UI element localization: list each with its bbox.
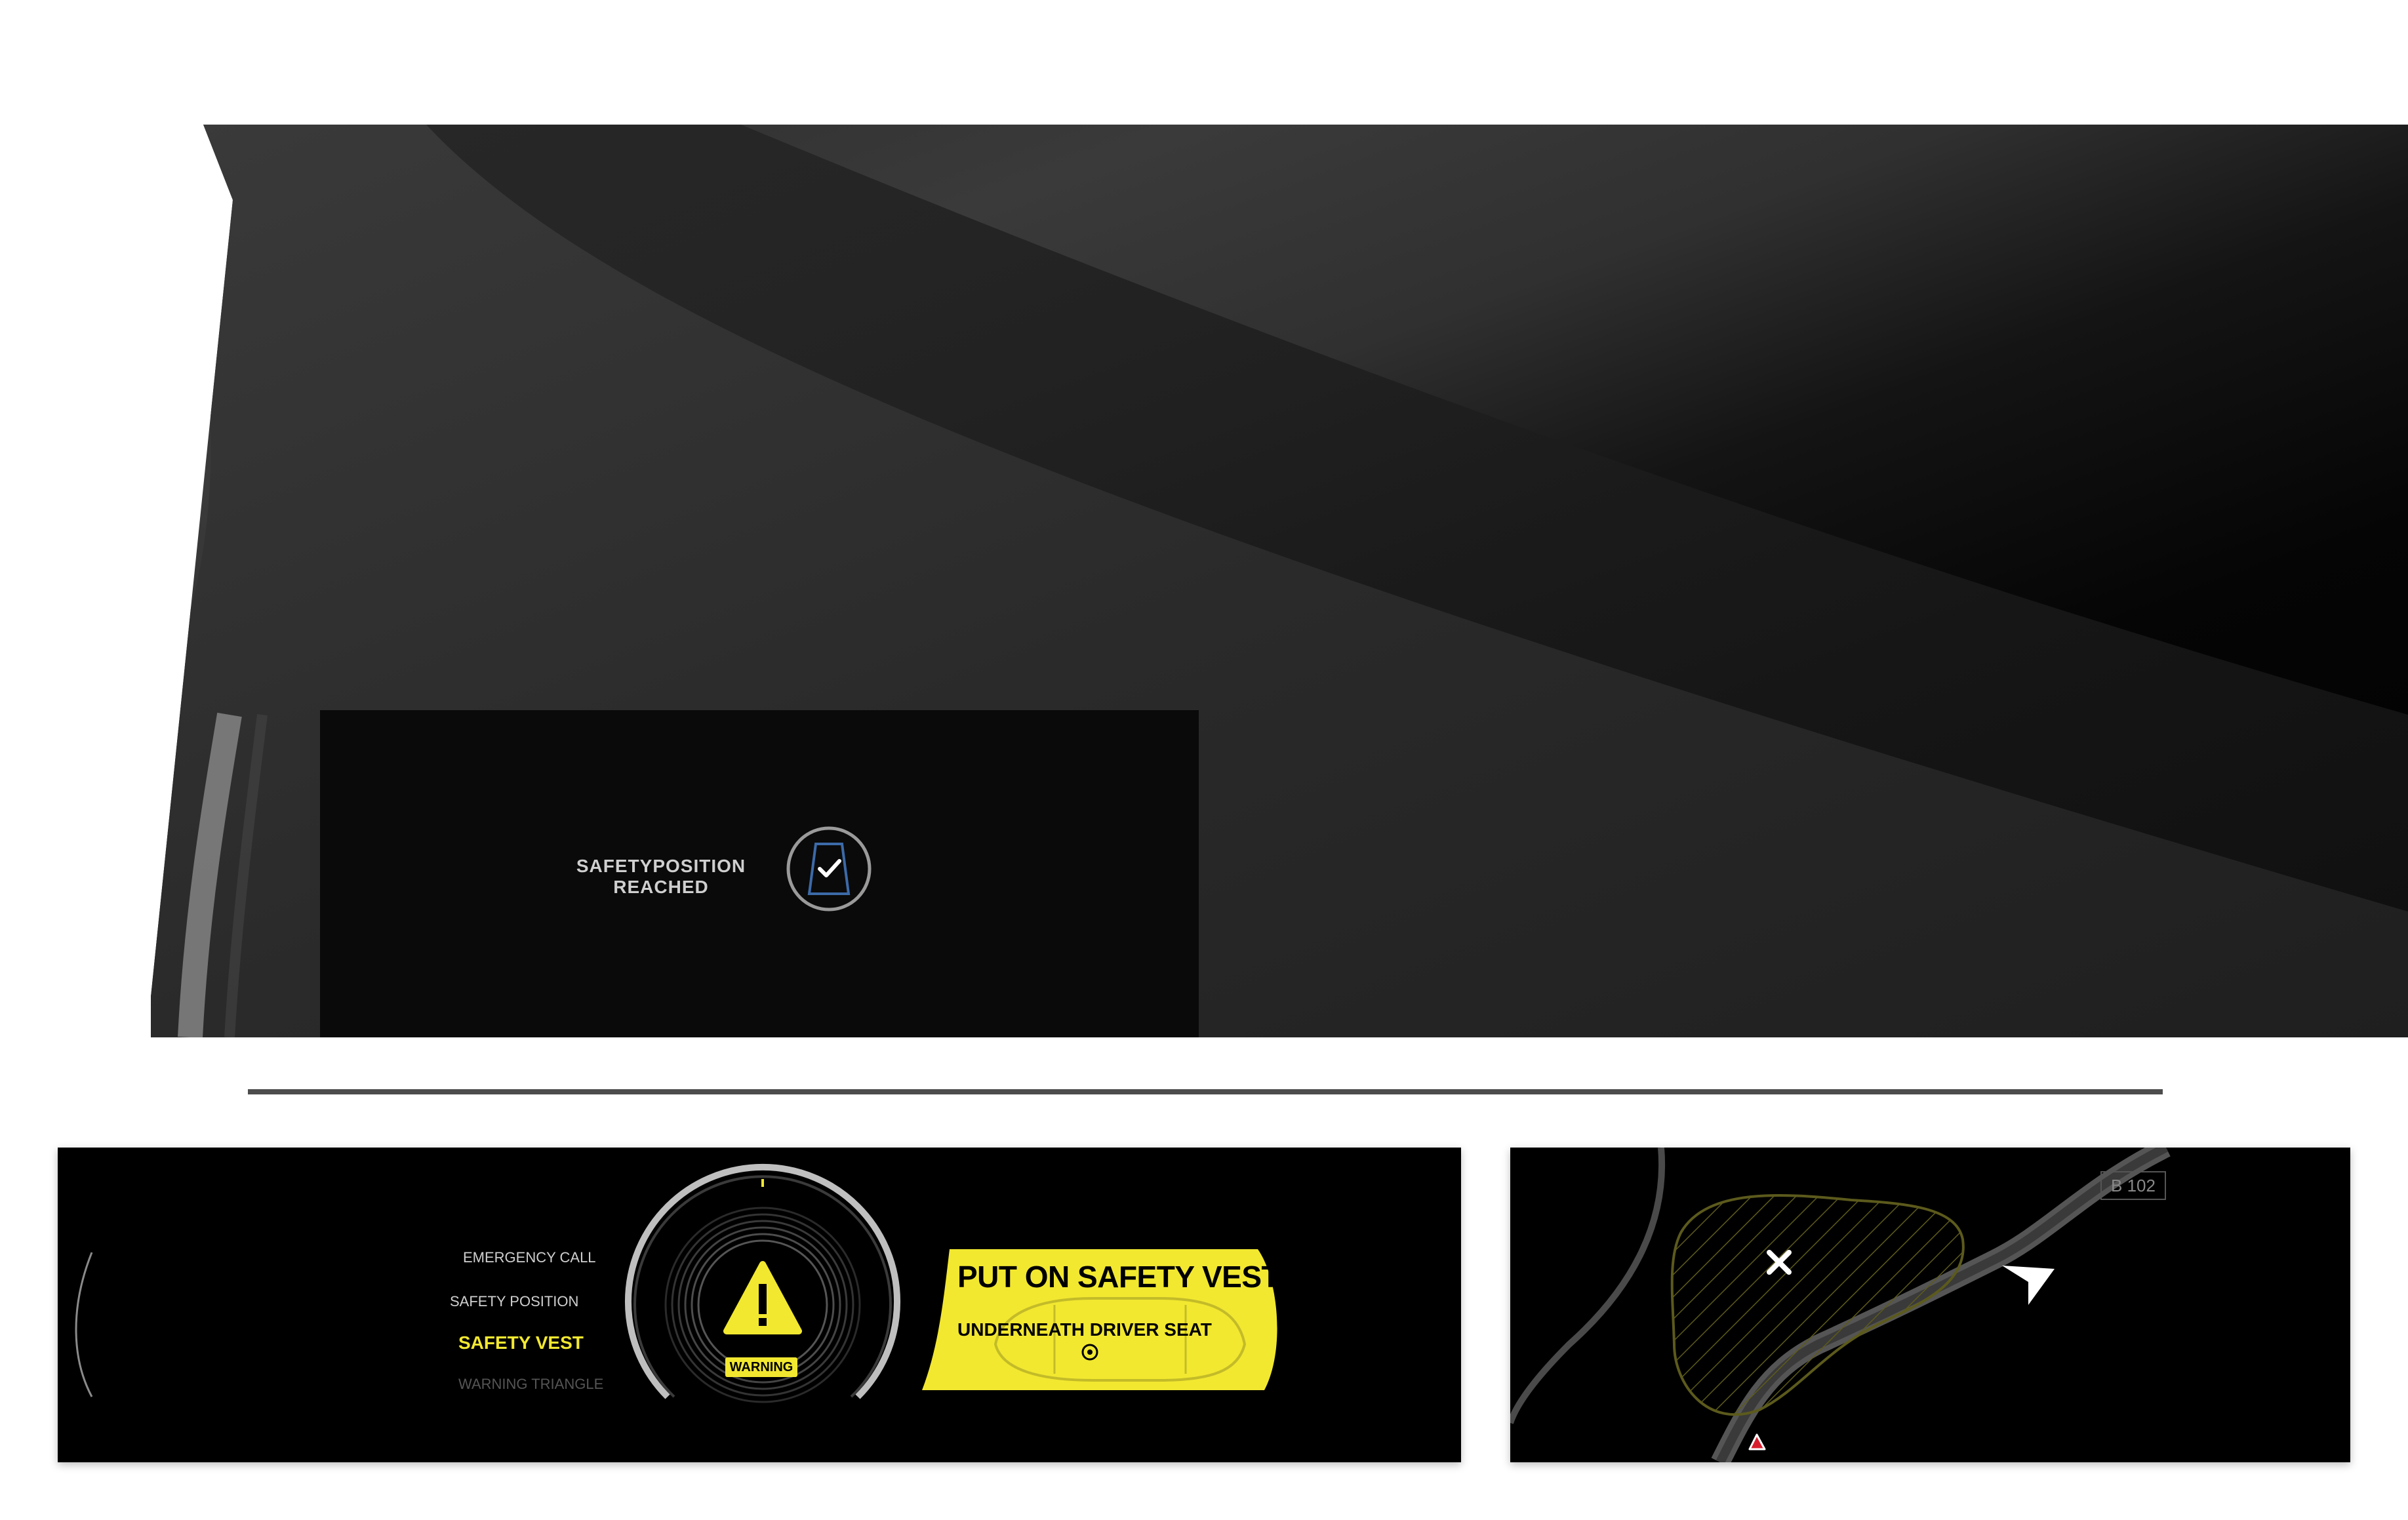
section-divider	[248, 1089, 2163, 1094]
menu-bracket-arc	[75, 1252, 93, 1397]
hero-road-panel: SAFETYPOSITION REACHED	[151, 125, 2408, 1037]
seat-check-icon	[786, 826, 872, 911]
warning-badge: WARNING	[725, 1357, 797, 1377]
warning-triangle-icon	[723, 1261, 802, 1334]
safety-status-text: SAFETYPOSITION REACHED	[576, 856, 746, 898]
safety-status-line2: REACHED	[613, 877, 709, 897]
cluster-graphics	[75, 1164, 1277, 1403]
safety-status-line1: SAFETYPOSITION	[576, 856, 746, 876]
navigation-map-panel: B 102	[1510, 1148, 2350, 1462]
vest-banner-subtitle: UNDERNEATH DRIVER SEAT	[957, 1319, 1212, 1340]
menu-item-warning-triangle[interactable]: WARNING TRIANGLE	[458, 1376, 603, 1393]
navigation-arrow-icon	[2002, 1266, 2055, 1305]
map-graphics	[1510, 1148, 2171, 1462]
safety-position-card: SAFETYPOSITION REACHED	[320, 710, 1199, 1037]
vest-banner-title: PUT ON SAFETY VEST	[957, 1260, 1280, 1294]
side-road	[1510, 1148, 1666, 1424]
hazard-triangle-icon	[1748, 1433, 1766, 1450]
menu-item-safety-vest[interactable]: SAFETY VEST	[458, 1332, 584, 1353]
menu-item-emergency-call[interactable]: EMERGENCY CALL	[463, 1249, 596, 1266]
instrument-cluster-panel: EMERGENCY CALL SAFETY POSITION SAFETY VE…	[58, 1148, 1461, 1462]
road-number-label: B 102	[2100, 1171, 2166, 1200]
menu-item-safety-position[interactable]: SAFETY POSITION	[450, 1293, 578, 1310]
